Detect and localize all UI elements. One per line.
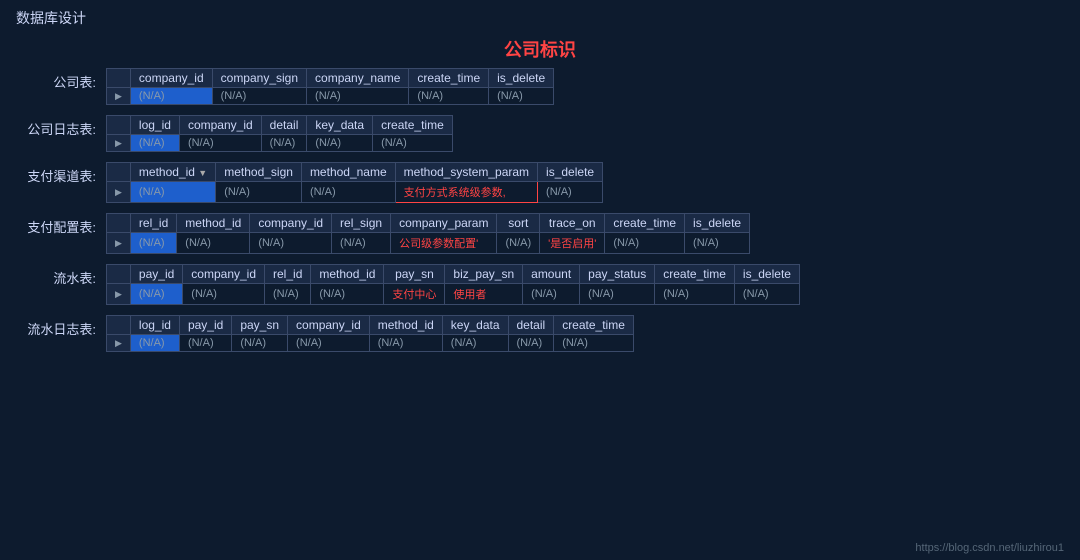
cell-3-2: (N/A) — [250, 233, 332, 254]
table-section-3: 支付配置表:rel_idmethod_idcompany_idrel_signc… — [16, 213, 1064, 254]
cell-2-4: (N/A) — [538, 182, 603, 203]
col-header-3-6: trace_on — [540, 214, 605, 233]
col-header-4-4: pay_sn — [384, 265, 445, 284]
col-header-5-0: log_id — [130, 316, 179, 335]
col-header-5-5: key_data — [442, 316, 508, 335]
cell-5-2: (N/A) — [232, 335, 288, 352]
cell-4-5: 使用者 — [445, 284, 523, 305]
col-header-2-2: method_name — [301, 163, 395, 182]
col-header-4-3: method_id — [311, 265, 384, 284]
cell-3-1: (N/A) — [177, 233, 250, 254]
cell-2-2: (N/A) — [301, 182, 395, 203]
col-header-5-1: pay_id — [179, 316, 231, 335]
cell-5-1: (N/A) — [179, 335, 231, 352]
col-header-3-0: rel_id — [130, 214, 176, 233]
table-section-2: 支付渠道表: method_id ▼method_signmethod_namem… — [16, 162, 1064, 203]
cell-1-4: (N/A) — [373, 135, 453, 152]
col-header-3-2: company_id — [250, 214, 332, 233]
col-header-4-2: rel_id — [265, 265, 311, 284]
col-header-2-1: method_sign — [216, 163, 302, 182]
col-header-3-1: method_id — [177, 214, 250, 233]
col-header-0-4: is_delete — [489, 69, 554, 88]
col-header-1-1: company_id — [179, 116, 261, 135]
cell-3-7: (N/A) — [605, 233, 685, 254]
col-header-3-4: company_param — [391, 214, 497, 233]
cell-1-1: (N/A) — [179, 135, 261, 152]
col-header-3-7: create_time — [605, 214, 685, 233]
col-header-0-1: company_sign — [212, 69, 306, 88]
cell-5-6: (N/A) — [508, 335, 554, 352]
cell-2-0: (N/A) — [130, 182, 215, 203]
table-label-3: 支付配置表: — [16, 213, 106, 236]
cell-4-9: (N/A) — [734, 284, 799, 305]
col-header-3-5: sort — [497, 214, 540, 233]
col-header-1-4: create_time — [373, 116, 453, 135]
col-header-1-3: key_data — [307, 116, 373, 135]
cell-5-3: (N/A) — [288, 335, 370, 352]
col-header-4-7: pay_status — [580, 265, 655, 284]
cell-4-0: (N/A) — [130, 284, 182, 305]
footer-url: https://blog.csdn.net/liuzhirou1 — [915, 542, 1064, 554]
col-header-0-0: company_id — [130, 69, 212, 88]
cell-0-2: (N/A) — [307, 88, 409, 105]
cell-3-4: 公司级参数配置' — [391, 233, 497, 254]
cell-5-7: (N/A) — [554, 335, 634, 352]
col-header-3-8: is_delete — [685, 214, 750, 233]
center-label: 公司标识 — [16, 36, 1064, 62]
col-header-3-3: rel_sign — [332, 214, 391, 233]
cell-0-0: (N/A) — [130, 88, 212, 105]
cell-4-2: (N/A) — [265, 284, 311, 305]
table-section-4: 流水表:pay_idcompany_idrel_idmethod_idpay_s… — [16, 264, 1064, 305]
col-header-4-5: biz_pay_sn — [445, 265, 523, 284]
cell-1-3: (N/A) — [307, 135, 373, 152]
col-header-5-4: method_id — [369, 316, 442, 335]
table-section-5: 流水日志表: log_idpay_idpay_sncompany_idmethod… — [16, 315, 1064, 352]
col-header-2-4: is_delete — [538, 163, 603, 182]
table-label-4: 流水表: — [16, 264, 106, 287]
col-header-0-3: create_time — [409, 69, 489, 88]
col-header-1-2: detail — [261, 116, 307, 135]
table-section-1: 公司日志表: log_idcompany_iddetailkey_datacrea… — [16, 115, 1064, 152]
cell-3-8: (N/A) — [685, 233, 750, 254]
cell-4-8: (N/A) — [655, 284, 735, 305]
cell-5-5: (N/A) — [442, 335, 508, 352]
col-header-4-0: pay_id — [130, 265, 182, 284]
col-header-5-2: pay_sn — [232, 316, 288, 335]
cell-4-3: (N/A) — [311, 284, 384, 305]
cell-5-4: (N/A) — [369, 335, 442, 352]
col-header-2-3: method_system_param — [395, 163, 537, 182]
cell-3-5: (N/A) — [497, 233, 540, 254]
cell-5-0: (N/A) — [130, 335, 179, 352]
cell-2-1: (N/A) — [216, 182, 302, 203]
table-label-2: 支付渠道表: — [16, 162, 106, 185]
cell-4-6: (N/A) — [523, 284, 580, 305]
col-header-0-2: company_name — [307, 69, 409, 88]
cell-4-1: (N/A) — [183, 284, 265, 305]
table-label-1: 公司日志表: — [16, 115, 106, 138]
cell-0-1: (N/A) — [212, 88, 306, 105]
cell-1-2: (N/A) — [261, 135, 307, 152]
cell-0-3: (N/A) — [409, 88, 489, 105]
col-header-1-0: log_id — [130, 116, 179, 135]
col-header-4-6: amount — [523, 265, 580, 284]
page-title: 数据库设计 — [0, 0, 1080, 36]
table-label-0: 公司表: — [16, 68, 106, 91]
cell-3-3: (N/A) — [332, 233, 391, 254]
cell-4-4: 支付中心 — [384, 284, 445, 305]
table-section-0: 公司表: company_idcompany_signcompany_namecr… — [16, 68, 1064, 105]
cell-2-3: 支付方式系统级参数, — [395, 182, 537, 203]
cell-1-0: (N/A) — [130, 135, 179, 152]
table-label-5: 流水日志表: — [16, 315, 106, 338]
cell-4-7: (N/A) — [580, 284, 655, 305]
col-header-5-7: create_time — [554, 316, 634, 335]
cell-0-4: (N/A) — [489, 88, 554, 105]
col-header-4-9: is_delete — [734, 265, 799, 284]
col-header-2-0: method_id ▼ — [130, 163, 215, 182]
col-header-4-8: create_time — [655, 265, 735, 284]
cell-3-6: '是否启用' — [540, 233, 605, 254]
col-header-5-6: detail — [508, 316, 554, 335]
col-header-4-1: company_id — [183, 265, 265, 284]
col-header-5-3: company_id — [288, 316, 370, 335]
cell-3-0: (N/A) — [130, 233, 176, 254]
